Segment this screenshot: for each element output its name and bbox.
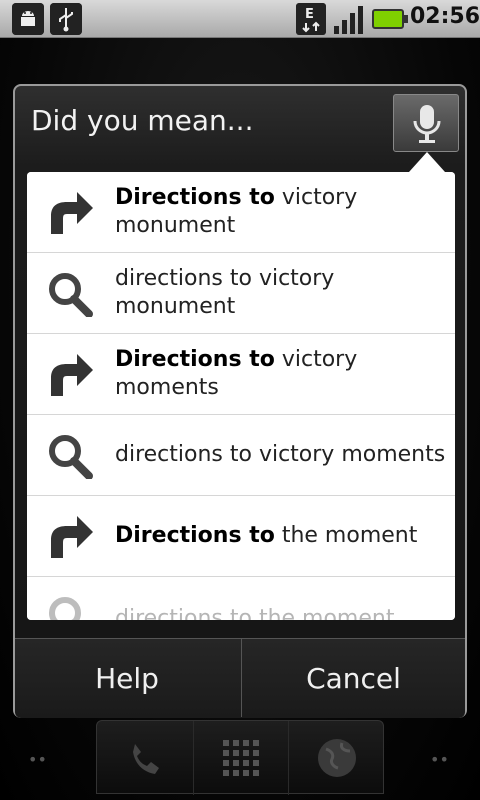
suggestion-list[interactable]: Directions to victory monument direction… (27, 172, 455, 620)
battery-icon (372, 9, 408, 29)
app-launcher-button[interactable] (193, 721, 289, 795)
phone-icon (133, 744, 159, 774)
clock: 02:56 (410, 4, 480, 29)
page-indicator-right: •• (430, 750, 449, 769)
suggestion-row[interactable]: directions to victory monument (27, 253, 455, 334)
directions-arrow-icon (51, 192, 93, 234)
dialog-title: Did you mean... (31, 104, 254, 137)
search-icon (49, 435, 93, 479)
directions-arrow-icon (51, 516, 93, 558)
search-icon (49, 597, 81, 620)
page-indicator-left: •• (28, 750, 47, 769)
signal-icon (334, 6, 363, 34)
browser-button[interactable] (289, 721, 385, 795)
suggestion-text: directions to the moment (115, 606, 395, 620)
mic-pointer (409, 152, 445, 172)
usb-icon (50, 3, 82, 35)
android-debug-icon (12, 3, 44, 35)
data-edge-icon: E (296, 3, 326, 35)
phone-button[interactable] (97, 721, 193, 795)
cancel-button[interactable]: Cancel (241, 639, 465, 717)
app-launcher-icon (223, 740, 259, 776)
help-button[interactable]: Help (15, 639, 239, 717)
suggestion-row[interactable]: directions to the moment (27, 577, 455, 620)
search-icon (49, 273, 93, 317)
home-dock (96, 720, 385, 795)
directions-arrow-icon (51, 354, 93, 396)
suggestion-row[interactable]: Directions to victory moments (27, 334, 455, 415)
suggestion-row[interactable]: Directions to the moment (27, 496, 455, 577)
suggestion-text: Directions to the moment (115, 523, 418, 548)
browser-globe-icon (318, 739, 356, 777)
dialog-button-bar: Help Cancel (15, 638, 465, 718)
suggestion-text: directions to victory moments (115, 442, 446, 467)
status-bar: E 02:56 (0, 0, 480, 38)
suggestion-text: Directions to victory moments (115, 347, 358, 400)
suggestion-text: Directions to victory monument (115, 185, 358, 238)
microphone-icon (413, 105, 441, 143)
suggestion-text: directions to victory monument (115, 266, 335, 319)
suggestion-row[interactable]: directions to victory moments (27, 415, 455, 496)
did-you-mean-dialog: Did you mean... Directions to victory mo… (13, 84, 467, 718)
suggestion-row[interactable]: Directions to victory monument (27, 172, 455, 253)
voice-search-button[interactable] (393, 94, 459, 152)
data-indicator-label: E (305, 7, 314, 22)
